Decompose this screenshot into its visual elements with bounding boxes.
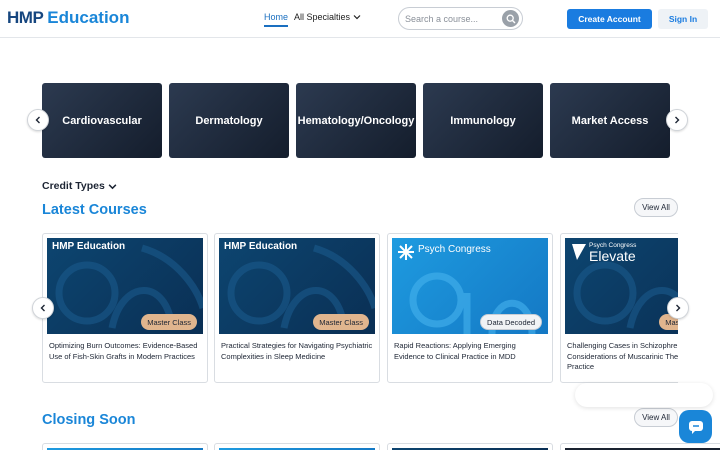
specialties-prev-button[interactable] <box>27 109 49 131</box>
course-title: Practical Strategies for Navigating Psyc… <box>221 341 373 361</box>
latest-courses-heading: Latest Courses <box>42 202 147 218</box>
nav-home-link[interactable]: Home <box>264 12 289 27</box>
search-box <box>398 7 523 30</box>
course-thumbnail: HMP Education Master Class <box>47 238 203 334</box>
course-card[interactable]: HMP Education Master Class Practical Str… <box>214 233 380 383</box>
triangle-logo-icon <box>572 244 586 260</box>
logo-prefix: HMP <box>7 8 44 27</box>
courses-prev-button[interactable] <box>32 297 54 319</box>
site-logo[interactable]: HMP Education <box>7 7 129 29</box>
specialty-tile-immunology[interactable]: Immunology <box>423 83 543 158</box>
nav-all-specialties-dropdown[interactable]: All Specialties <box>294 12 361 22</box>
specialty-tile-hematology-oncology[interactable]: Hematology/Oncology <box>296 83 416 158</box>
closing-view-all-button[interactable]: View All <box>634 408 678 427</box>
top-header: HMP Education Home All Specialties Creat… <box>0 0 720 38</box>
chevron-right-icon <box>675 116 680 124</box>
specialties-next-button[interactable] <box>666 109 688 131</box>
course-brand: Psych Congress Elevate <box>589 242 636 264</box>
chevron-down-icon <box>108 183 117 189</box>
course-title: Rapid Reactions: Applying Emerging Evide… <box>394 341 516 361</box>
starburst-icon <box>398 244 414 260</box>
course-brand: HMP Education <box>224 241 298 252</box>
create-account-button[interactable]: Create Account <box>567 9 652 29</box>
course-brand: Psych Congress <box>418 244 491 255</box>
closing-course-card[interactable] <box>42 443 208 450</box>
chevron-left-icon <box>40 304 45 312</box>
chat-icon <box>688 420 703 434</box>
logo-suffix: Education <box>47 8 130 27</box>
search-icon <box>506 14 515 23</box>
course-badge: Master Class <box>313 314 369 330</box>
chat-launcher-button[interactable] <box>679 410 712 443</box>
course-card[interactable]: HMP Education Master Class Optimizing Bu… <box>42 233 208 383</box>
sign-in-button[interactable]: Sign In <box>658 9 708 29</box>
specialty-tile-dermatology[interactable]: Dermatology <box>169 83 289 158</box>
closing-course-card[interactable] <box>560 443 720 450</box>
closing-soon-heading: Closing Soon <box>42 412 136 428</box>
course-brand: HMP Education <box>52 241 126 252</box>
course-card[interactable]: Psych Congress Data Decoded Rapid Reacti… <box>387 233 553 383</box>
courses-next-button[interactable] <box>667 297 689 319</box>
specialty-tile-market-access[interactable]: Market Access <box>550 83 670 158</box>
search-button[interactable] <box>502 10 519 27</box>
course-badge: Master Class <box>141 314 197 330</box>
course-thumbnail: HMP Education Master Class <box>219 238 375 334</box>
chevron-right-icon <box>676 304 681 312</box>
chat-greeting-bubble[interactable] <box>575 383 713 407</box>
nav-all-specialties-label: All Specialties <box>294 12 351 22</box>
search-input[interactable] <box>405 12 501 26</box>
credit-types-dropdown[interactable]: Credit Types <box>42 180 117 192</box>
course-brand-large: Elevate <box>589 248 636 264</box>
course-thumbnail: Psych Congress Data Decoded <box>392 238 548 334</box>
course-title: Optimizing Burn Outcomes: Evidence-Based… <box>49 341 198 361</box>
chevron-down-icon <box>353 15 361 20</box>
chevron-left-icon <box>35 116 40 124</box>
closing-course-card[interactable] <box>387 443 553 450</box>
credit-types-label: Credit Types <box>42 180 105 192</box>
specialty-tile-cardiovascular[interactable]: Cardiovascular <box>42 83 162 158</box>
latest-view-all-button[interactable]: View All <box>634 198 678 217</box>
closing-course-card[interactable] <box>214 443 380 450</box>
course-badge: Data Decoded <box>480 314 542 330</box>
